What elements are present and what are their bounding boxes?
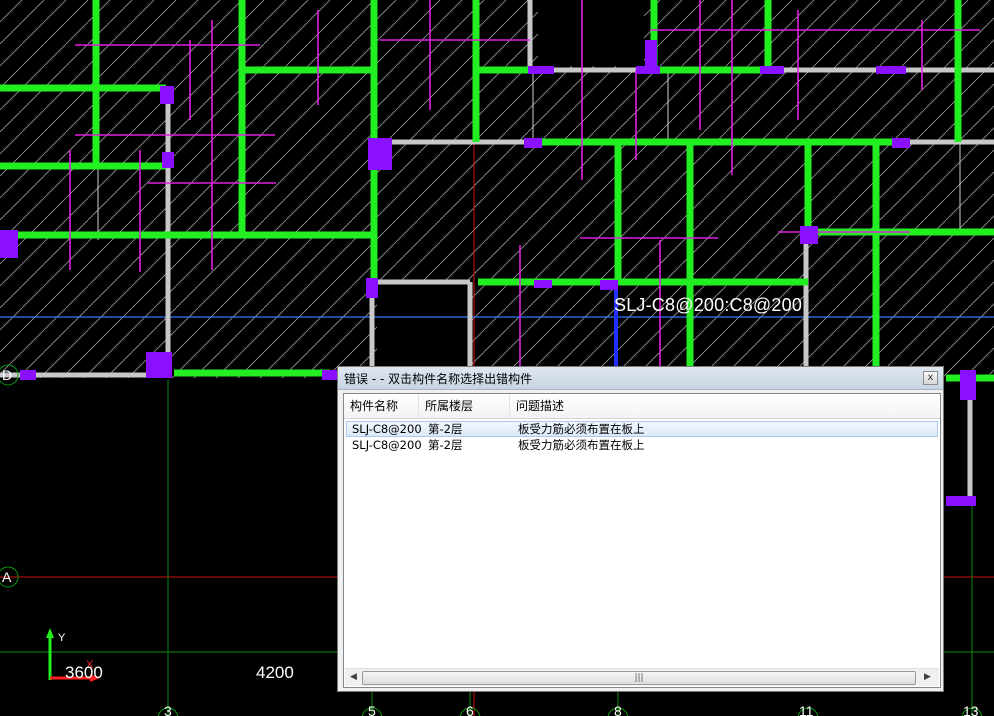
table-row[interactable]: SLJ-C8@200 第-2层 板受力筋必须布置在板上 — [346, 438, 938, 454]
grid-label-a: A — [2, 569, 12, 585]
cell-issue: 板受力筋必须布置在板上 — [518, 422, 645, 436]
horizontal-scrollbar[interactable]: ◀ ||| ▶ — [345, 668, 939, 686]
svg-text:Y: Y — [58, 632, 66, 644]
grid-label-8: 8 — [614, 703, 622, 716]
column-header-issue[interactable]: 问题描述 — [510, 394, 940, 418]
scroll-thumb[interactable]: ||| — [362, 671, 916, 685]
column-header-floor[interactable]: 所属楼层 — [419, 394, 510, 418]
grid-label-5: 5 — [368, 703, 376, 716]
column-header-name[interactable]: 构件名称 — [344, 394, 419, 418]
dimension-4200: 4200 — [256, 663, 294, 682]
cell-issue: 板受力筋必须布置在板上 — [518, 438, 645, 452]
error-list[interactable]: 构件名称 所属楼层 问题描述 SLJ-C8@200 第-2层 板受力筋必须布置在… — [343, 393, 941, 688]
dialog-titlebar[interactable]: 错误 - - 双击构件名称选择出错构件 x — [338, 367, 943, 390]
cell-component-name[interactable]: SLJ-C8@200 — [347, 422, 422, 438]
grid-label-11: 11 — [799, 703, 814, 716]
list-header: 构件名称 所属楼层 问题描述 — [344, 394, 940, 419]
cell-component-name[interactable]: SLJ-C8@200 — [347, 438, 422, 454]
error-dialog: 错误 - - 双击构件名称选择出错构件 x 构件名称 所属楼层 问题描述 SLJ… — [337, 366, 944, 692]
dialog-title: 错误 - - 双击构件名称选择出错构件 — [344, 372, 533, 386]
rebar-annotation: SLJ-C8@200:C8@200 — [614, 295, 803, 315]
scroll-left-icon[interactable]: ◀ — [346, 670, 361, 685]
cell-floor: 第-2层 — [428, 438, 463, 452]
grid-label-13: 13 — [963, 703, 979, 716]
close-icon[interactable]: x — [923, 371, 938, 385]
table-row[interactable]: SLJ-C8@200 第-2层 板受力筋必须布置在板上 — [346, 421, 938, 437]
grid-label-3: 3 — [164, 703, 172, 716]
grid-label-d: D — [2, 367, 12, 383]
dimension-3600: 3600 — [65, 663, 103, 682]
scroll-right-icon[interactable]: ▶ — [920, 670, 935, 685]
cell-floor: 第-2层 — [428, 422, 463, 436]
grid-label-6: 6 — [466, 703, 474, 716]
